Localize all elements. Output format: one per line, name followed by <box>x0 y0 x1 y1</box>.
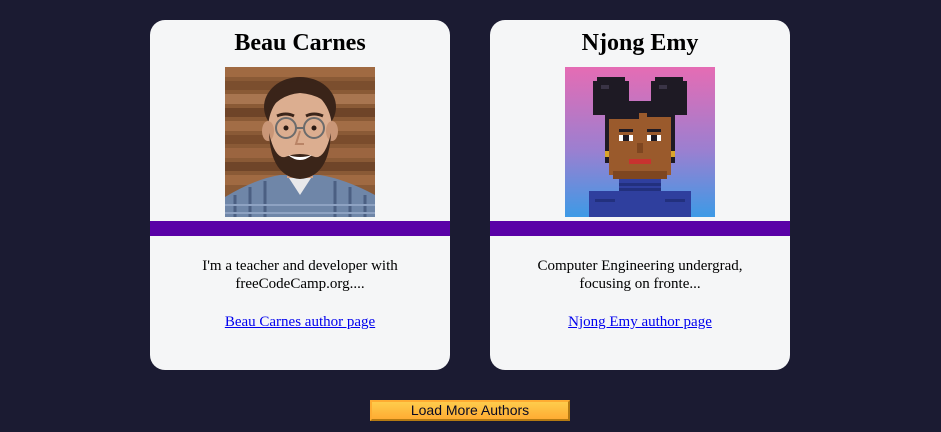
author-bio: I'm a teacher and developer with freeCod… <box>180 257 420 293</box>
author-name: Njong Emy <box>581 30 699 56</box>
author-page-link[interactable]: Njong Emy author page <box>490 313 790 331</box>
author-bio-line: freeCodeCamp.org.... <box>235 276 365 292</box>
author-page-link[interactable]: Beau Carnes author page <box>150 313 450 331</box>
author-avatar-image <box>565 67 715 217</box>
purple-divider <box>490 221 790 236</box>
author-bio-line: I'm a teacher and developer with <box>202 258 398 274</box>
author-card: Beau Carnes I'm a teacher and developer … <box>150 20 450 370</box>
purple-divider <box>150 221 450 236</box>
author-bio-line: Computer Engineering undergrad, <box>537 258 743 274</box>
author-name: Beau Carnes <box>234 30 366 56</box>
author-avatar-image <box>225 67 375 217</box>
author-bio: Computer Engineering undergrad, focusing… <box>520 257 760 293</box>
author-card: Njong Emy Computer Engineering undergrad… <box>490 20 790 370</box>
author-bio-line: focusing on fronte... <box>579 276 701 292</box>
load-more-authors-button[interactable]: Load More Authors <box>370 400 570 421</box>
author-container: Beau Carnes I'm a teacher and developer … <box>0 0 941 432</box>
